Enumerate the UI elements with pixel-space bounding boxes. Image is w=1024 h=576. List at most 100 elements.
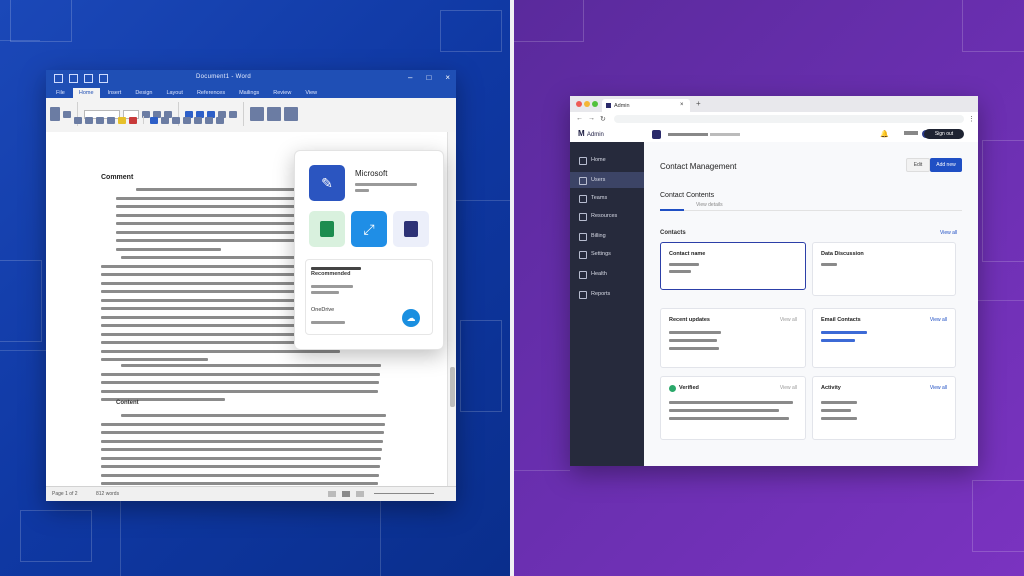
sidebar-item-label: Billing: [591, 233, 606, 239]
tab-home[interactable]: Home: [72, 88, 100, 98]
tab-view-details[interactable]: View details: [696, 202, 723, 208]
customize-icon[interactable]: [99, 73, 108, 83]
sidebar-item-teams[interactable]: Teams: [570, 190, 644, 206]
deco-frame: [512, 0, 584, 42]
minimize-dot-icon[interactable]: [584, 101, 590, 107]
app-logo[interactable]: M Admin: [578, 129, 604, 138]
new-tab-icon[interactable]: +: [696, 99, 701, 108]
align-left-icon[interactable]: [150, 116, 158, 124]
sheets-app-icon[interactable]: [309, 211, 345, 247]
reload-icon[interactable]: ↻: [600, 115, 606, 123]
tab-references[interactable]: References: [191, 88, 231, 98]
sidebar-item-settings[interactable]: Settings: [570, 246, 644, 262]
maximize-dot-icon[interactable]: [592, 101, 598, 107]
help-icon[interactable]: [904, 131, 918, 135]
edit-button[interactable]: Edit: [906, 158, 930, 172]
line-spacing-icon[interactable]: [194, 116, 202, 124]
tab-insert[interactable]: Insert: [102, 88, 128, 98]
tab-view[interactable]: View: [299, 88, 323, 98]
paste-icon[interactable]: [50, 107, 60, 121]
text-line: [101, 422, 385, 426]
menu-icon[interactable]: ⋮: [968, 115, 975, 123]
italic-icon[interactable]: [85, 116, 93, 124]
activity-card[interactable]: Activity View all: [812, 376, 956, 440]
align-right-icon[interactable]: [172, 116, 180, 124]
bold-icon[interactable]: [74, 116, 82, 124]
sidebar-item-billing[interactable]: Billing: [570, 228, 644, 244]
styles-icon[interactable]: [250, 107, 264, 121]
redo-icon[interactable]: [84, 73, 93, 83]
word-titlebar: Document1 - Word – □ ×: [46, 70, 456, 86]
card-action[interactable]: View all: [780, 385, 797, 391]
sidebar-item-home[interactable]: Home: [570, 152, 644, 168]
browser-tab[interactable]: Admin ×: [602, 99, 690, 112]
tab-layout[interactable]: Layout: [160, 88, 189, 98]
close-dot-icon[interactable]: [576, 101, 582, 107]
app-launcher-popup: ✎ Microsoft ⤢ Recommended OneDrive ☁: [294, 150, 444, 350]
card-action[interactable]: View all: [930, 317, 947, 323]
card-link-line[interactable]: [821, 339, 855, 342]
sidebar-item-users[interactable]: Users: [570, 172, 644, 188]
tab-review[interactable]: Review: [267, 88, 297, 98]
card-link-line[interactable]: [821, 331, 867, 334]
save-icon[interactable]: [54, 73, 63, 83]
highlight-icon[interactable]: [118, 116, 126, 124]
tab-close-icon[interactable]: ×: [680, 102, 684, 108]
card-title: Data Discussion: [821, 251, 864, 257]
url-field[interactable]: [614, 115, 964, 123]
card-action[interactable]: View all: [780, 317, 797, 323]
recent-updates-card[interactable]: Recent updates View all: [660, 308, 806, 368]
card-text-line: [669, 347, 719, 350]
tab-mailings[interactable]: Mailings: [233, 88, 265, 98]
deco-line: [380, 500, 381, 576]
tab-file[interactable]: File: [50, 88, 71, 98]
increase-indent-icon[interactable]: [229, 110, 237, 118]
contact-card[interactable]: Contact name: [660, 242, 806, 290]
tab-contact-contents[interactable]: Contact Contents: [660, 192, 714, 199]
app-switcher-icon[interactable]: [652, 130, 661, 139]
email-contacts-card[interactable]: Email Contacts View all: [812, 308, 956, 368]
card-text-line: [669, 331, 721, 334]
forward-icon[interactable]: →: [588, 115, 595, 122]
word-app-icon[interactable]: ✎: [309, 165, 345, 201]
cut-icon[interactable]: [63, 110, 71, 118]
read-mode-icon[interactable]: [328, 491, 336, 497]
scrollbar-thumb[interactable]: [450, 367, 455, 407]
font-color-icon[interactable]: [129, 116, 137, 124]
strikethrough-icon[interactable]: [107, 116, 115, 124]
sidebar-item-health[interactable]: Health: [570, 266, 644, 282]
users-icon: [579, 177, 587, 185]
find-icon[interactable]: [267, 107, 281, 121]
sidebar-item-resources[interactable]: Resources: [570, 208, 644, 224]
zoom-slider[interactable]: [374, 493, 434, 494]
borders-icon[interactable]: [216, 116, 224, 124]
text-line: [101, 456, 381, 460]
web-layout-icon[interactable]: [356, 491, 364, 497]
align-center-icon[interactable]: [161, 116, 169, 124]
editor-icon[interactable]: [284, 107, 298, 121]
back-icon[interactable]: ←: [576, 115, 583, 122]
sign-out-button[interactable]: Sign out: [924, 129, 964, 139]
close-icon[interactable]: ×: [445, 73, 450, 82]
card-action[interactable]: View all: [930, 385, 947, 391]
forms-app-icon[interactable]: [393, 211, 429, 247]
sidebar-item-label: Reports: [591, 291, 611, 297]
notification-icon[interactable]: 🔔: [880, 130, 889, 138]
verified-card[interactable]: Verified View all: [660, 376, 806, 440]
vertical-scrollbar[interactable]: [447, 132, 456, 487]
cloud-icon[interactable]: ☁: [402, 309, 420, 327]
view-all-link[interactable]: View all: [940, 230, 957, 236]
data-discussion-card[interactable]: Data Discussion: [812, 242, 956, 296]
sidebar-item-reports[interactable]: Reports: [570, 286, 644, 302]
justify-icon[interactable]: [183, 116, 191, 124]
underline-icon[interactable]: [96, 116, 104, 124]
share-app-icon[interactable]: ⤢: [351, 211, 387, 247]
sidebar: Home Users Teams Resources Billing Setti…: [570, 142, 644, 466]
shading-icon[interactable]: [205, 116, 213, 124]
minimize-icon[interactable]: –: [408, 73, 412, 82]
undo-icon[interactable]: [69, 73, 78, 83]
maximize-icon[interactable]: □: [426, 73, 431, 82]
add-new-button[interactable]: Add new: [930, 158, 962, 172]
print-layout-icon[interactable]: [342, 491, 350, 497]
tab-design[interactable]: Design: [129, 88, 158, 98]
